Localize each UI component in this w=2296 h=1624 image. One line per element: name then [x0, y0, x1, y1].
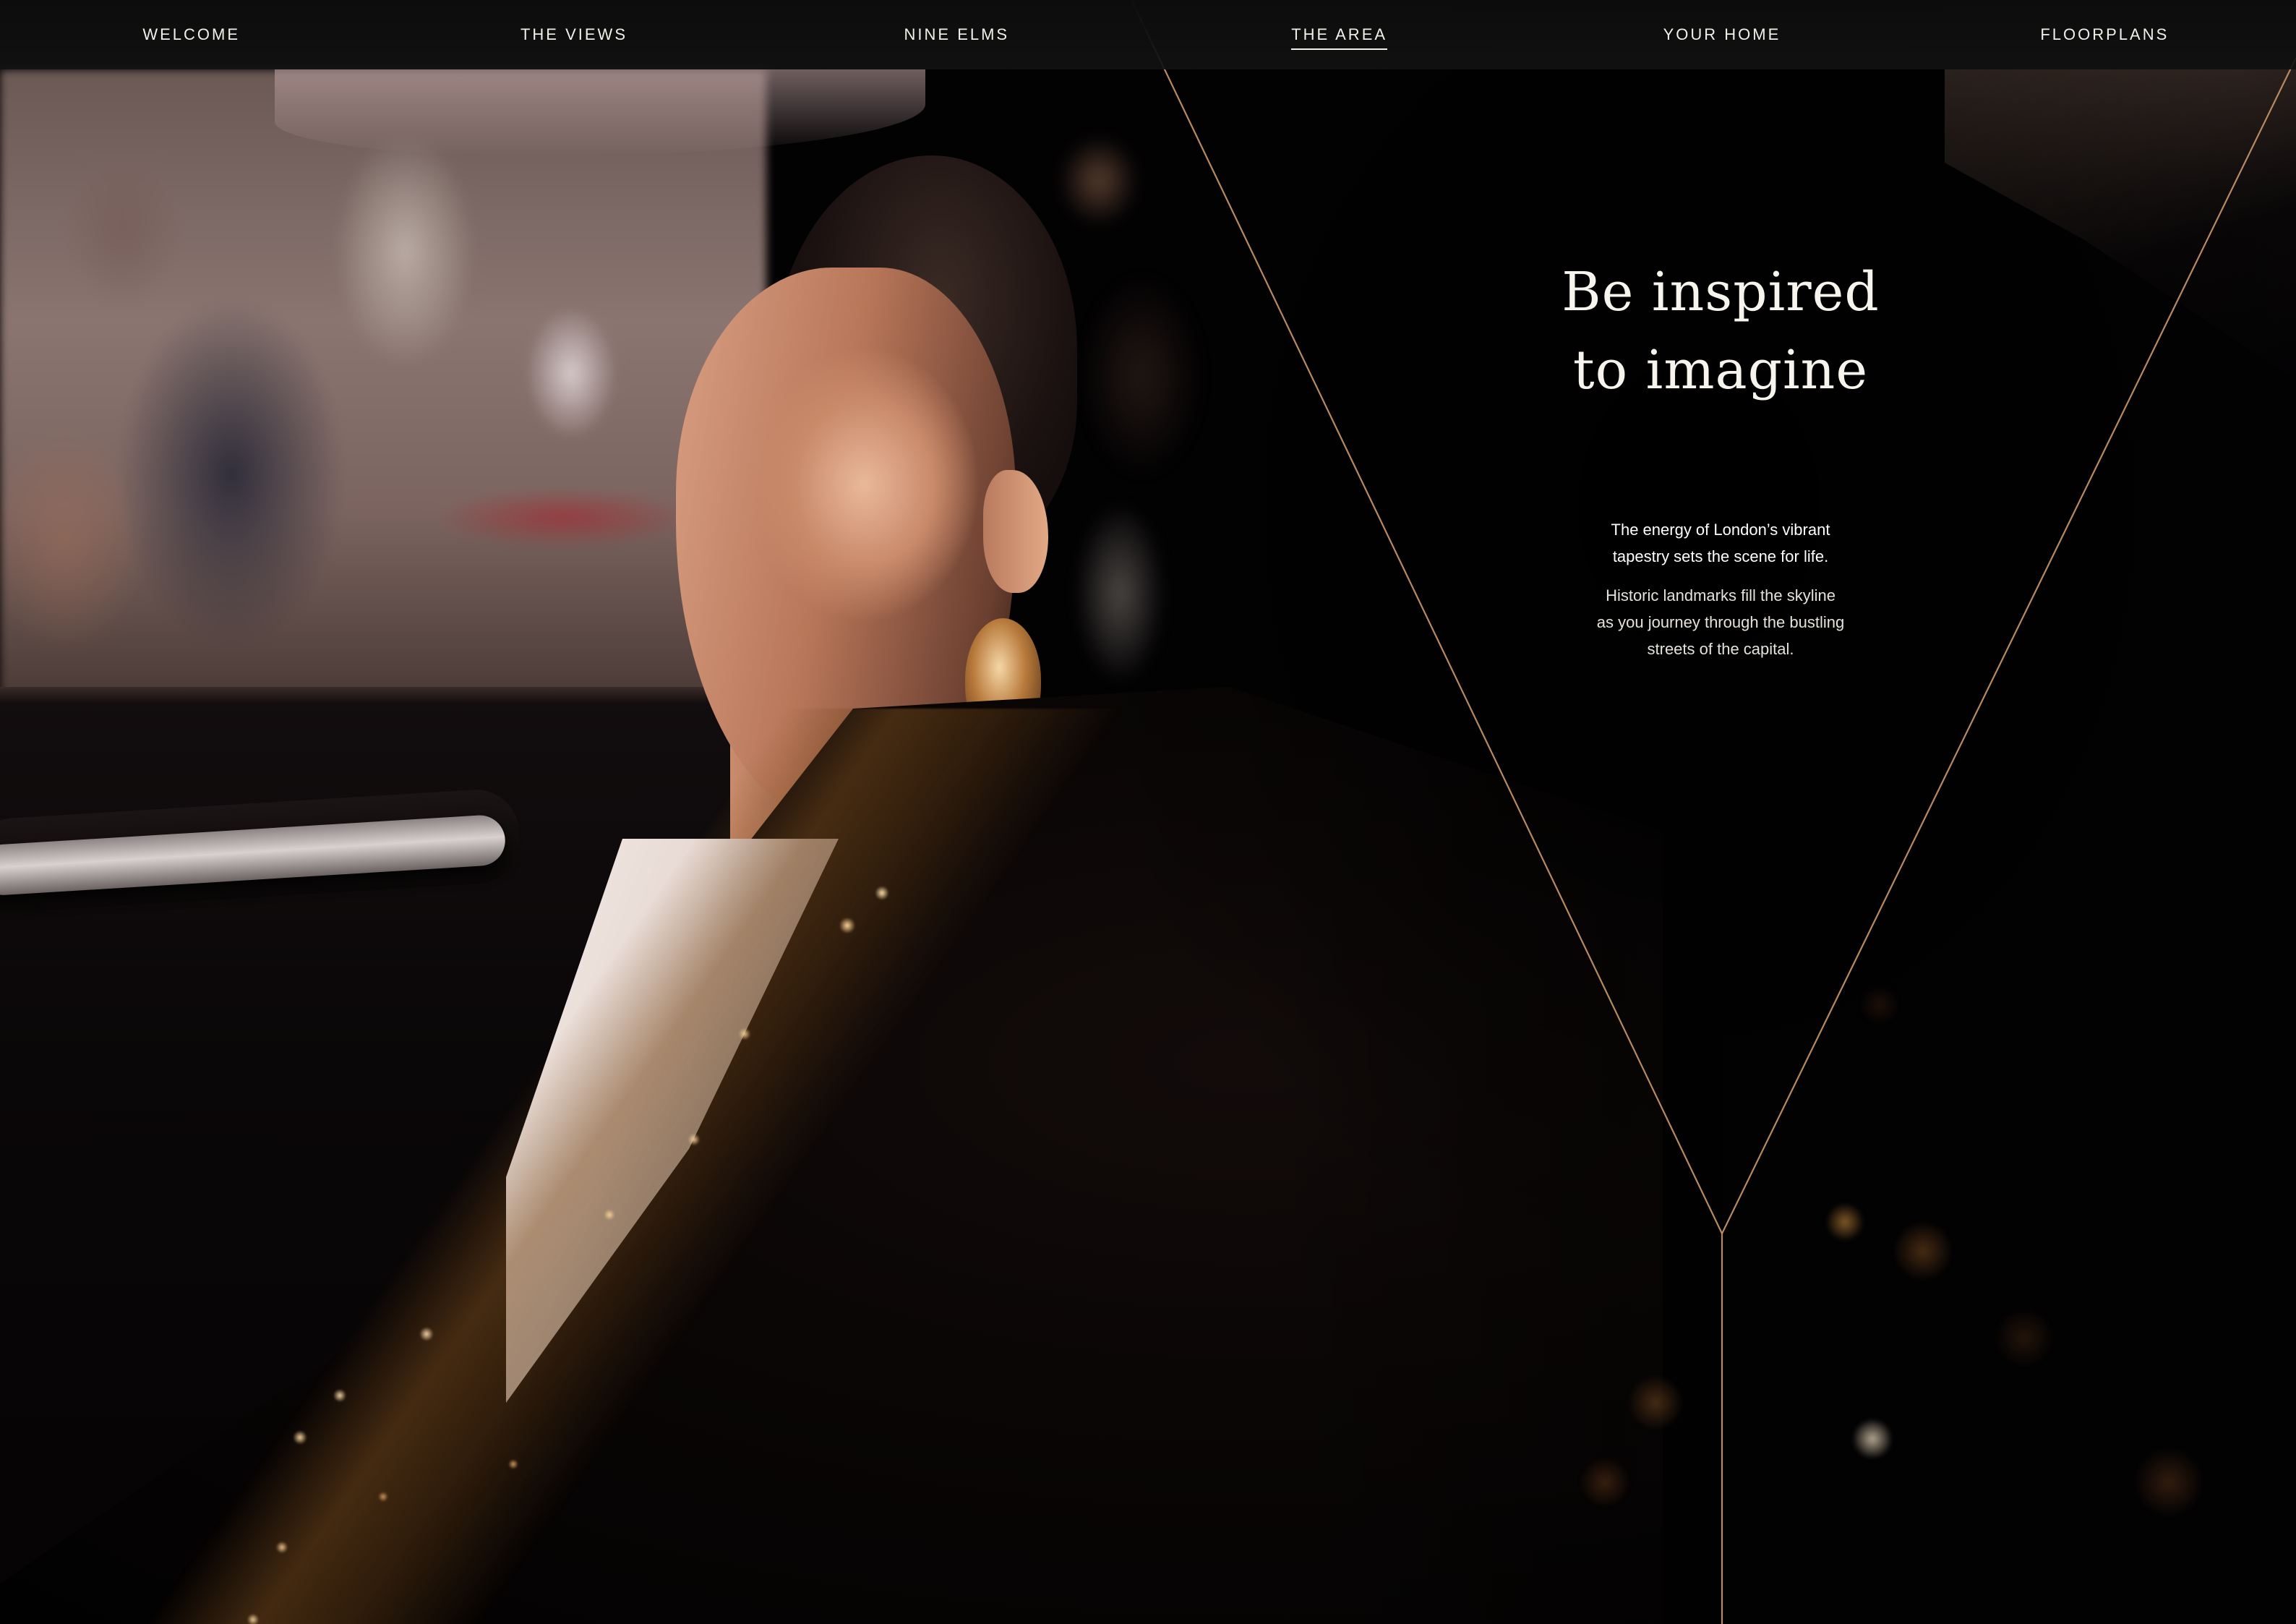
- intro-line: The energy of London’s vibrant: [1611, 521, 1830, 539]
- nav-item-nine-elms[interactable]: NINE ELMS: [766, 0, 1148, 69]
- hero-headline-line: to imagine: [1572, 339, 1869, 401]
- nav-item-floorplans[interactable]: FLOORPLANS: [1914, 0, 2296, 69]
- nav-item-label: YOUR HOME: [1663, 25, 1781, 43]
- hero-background-photo: [0, 0, 2296, 1624]
- body-line: Historic landmarks fill the skyline: [1606, 586, 1835, 604]
- nav-item-label-active: THE AREA: [1291, 24, 1388, 50]
- nav-item-welcome[interactable]: WELCOME: [0, 0, 382, 69]
- scene-vignette: [0, 0, 2296, 1624]
- intro-line: tapestry sets the scene for life.: [1612, 547, 1829, 565]
- body-line: as you journey through the bustling: [1596, 613, 1845, 631]
- nav-item-label: WELCOME: [142, 25, 240, 43]
- nav-item-the-area[interactable]: THE AREA: [1148, 0, 1530, 69]
- hero-body-text: Historic landmarks fill the skyline as y…: [1504, 582, 1937, 662]
- hero-headline: Be inspired to imagine: [1504, 253, 1937, 409]
- hero-intro-text: The energy of London’s vibrant tapestry …: [1504, 516, 1937, 570]
- nav-item-the-views[interactable]: THE VIEWS: [382, 0, 765, 69]
- hero-headline-line: Be inspired: [1562, 261, 1880, 323]
- nav-item-label: THE VIEWS: [520, 25, 627, 43]
- nav-item-label: FLOORPLANS: [2040, 25, 2169, 43]
- body-line: streets of the capital.: [1647, 640, 1794, 658]
- nav-item-label: NINE ELMS: [904, 25, 1010, 43]
- hero-text-panel: Be inspired to imagine The energy of Lon…: [1504, 253, 1937, 662]
- main-navigation: WELCOME THE VIEWS NINE ELMS THE AREA YOU…: [0, 0, 2296, 69]
- nav-item-your-home[interactable]: YOUR HOME: [1530, 0, 1913, 69]
